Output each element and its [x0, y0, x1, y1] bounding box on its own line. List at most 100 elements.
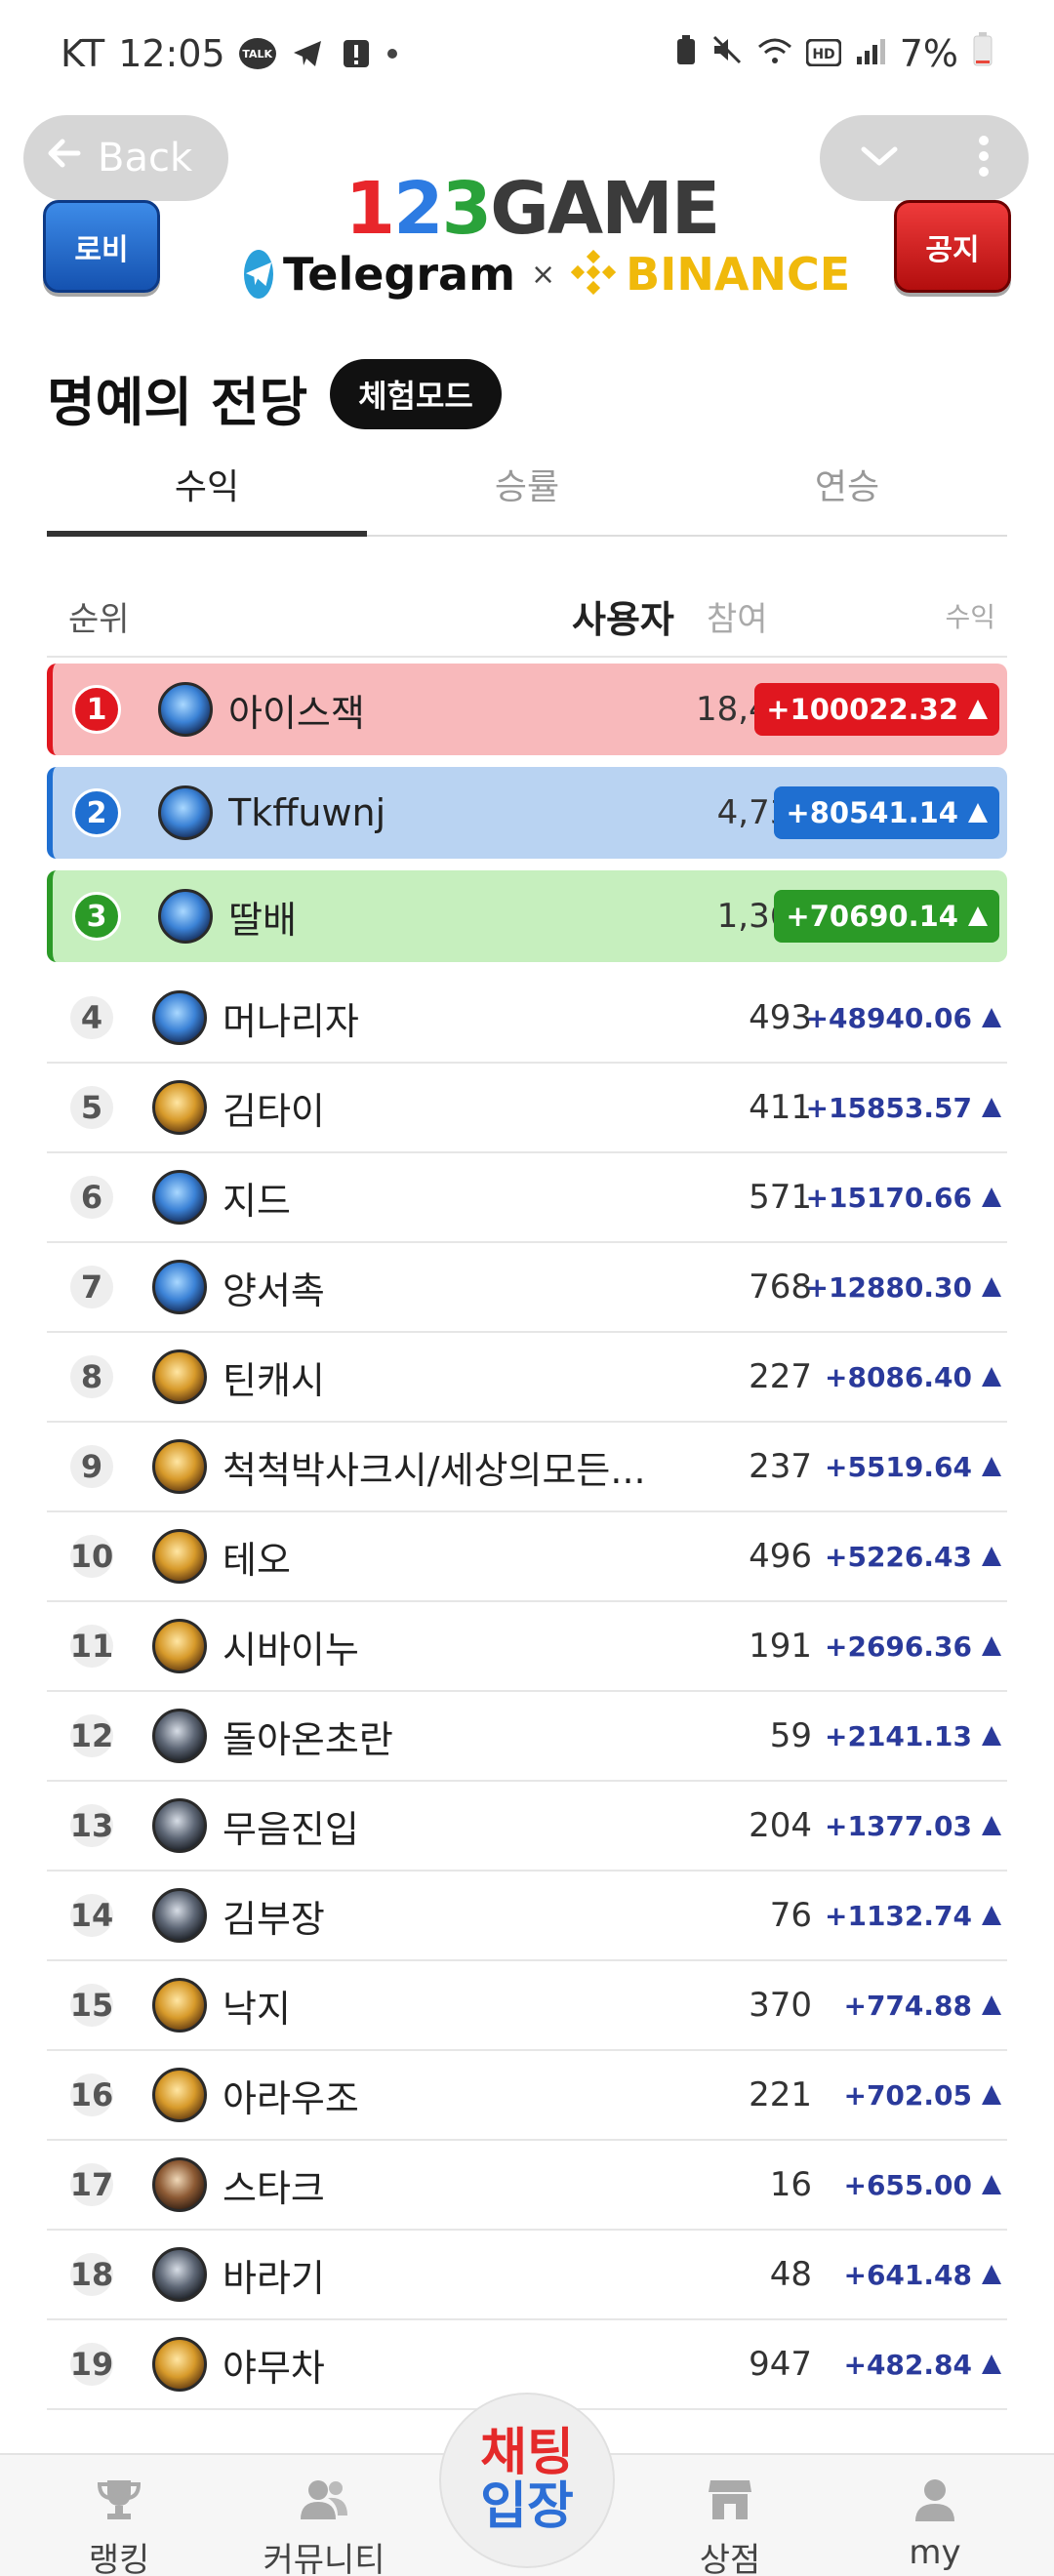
up-arrow-icon	[982, 1098, 1001, 1117]
participation-count: 496	[749, 1537, 812, 1576]
participation-count: 493	[749, 998, 812, 1037]
table-row[interactable]: 10 테오 496 +5226.43	[47, 1512, 1007, 1602]
rank-number: 2	[72, 788, 121, 837]
participation-count: 411	[749, 1088, 812, 1127]
user-name: 무음진입	[223, 1807, 359, 1851]
participation-count: 947	[749, 2345, 812, 2384]
table-row[interactable]: 12 돌아온초란 59 +2141.13	[47, 1692, 1007, 1782]
avatar	[152, 1439, 207, 1494]
top-rank-row[interactable]: 3 딸배 1,368 +70690.14	[47, 870, 1007, 962]
nav-my[interactable]: my	[857, 2475, 1013, 2572]
logo-digit-3: 3	[441, 167, 492, 251]
profit-value: +80541.14	[774, 786, 999, 839]
user-name: 바라기	[223, 2256, 325, 2300]
rank-number: 18	[70, 2253, 113, 2296]
avatar	[152, 1888, 207, 1943]
status-right: HD 7%	[675, 31, 993, 76]
user-name: 돌아온초란	[223, 1717, 393, 1761]
nav-community-label: 커뮤니티	[263, 2541, 385, 2576]
table-row[interactable]: 5 김타이 411 +15853.57	[47, 1064, 1007, 1153]
profit-text: +48940.06	[805, 1001, 972, 1034]
user-name: 스타크	[223, 2166, 325, 2210]
table-row[interactable]: 7 양서촉 768 +12880.30	[47, 1243, 1007, 1333]
table-row[interactable]: 11 시바이누 191 +2696.36	[47, 1602, 1007, 1692]
list-header: 순위 사용자 참여 수익	[47, 576, 1007, 658]
trophy-icon	[92, 2475, 146, 2523]
nav-community[interactable]: 커뮤니티	[246, 2475, 402, 2576]
talk-notification-icon: TALK	[238, 38, 276, 69]
profit-text: +8086.40	[825, 1360, 972, 1393]
telegram-notification-icon	[290, 36, 325, 71]
avatar	[152, 1798, 207, 1853]
chat-enter-button[interactable]: 채팅 입장	[439, 2393, 615, 2568]
partner-separator: ×	[531, 257, 556, 292]
up-arrow-icon	[982, 1995, 1001, 2015]
rank-number: 1	[72, 685, 121, 734]
rank-number: 15	[70, 1984, 113, 2027]
more-notifications-dot-icon	[386, 49, 397, 59]
profit-text: +2141.13	[825, 1719, 972, 1752]
participation-count: 204	[749, 1806, 812, 1845]
app-logo: 1 2 3 GAME	[345, 164, 721, 254]
table-row[interactable]: 8 틴캐시 227 +8086.40	[47, 1333, 1007, 1423]
up-arrow-icon	[982, 1457, 1001, 1476]
nav-ranking-label: 랭킹	[88, 2541, 150, 2576]
tab-streak[interactable]: 연승	[687, 449, 1007, 535]
profit-text: +100022.32	[766, 693, 958, 726]
table-row[interactable]: 6 지드 571 +15170.66	[47, 1153, 1007, 1243]
table-row[interactable]: 15 낙지 370 +774.88	[47, 1961, 1007, 2051]
top-rank-row[interactable]: 1아이스잭18,490+100022.32	[47, 664, 1007, 755]
tab-profit[interactable]: 수익	[47, 449, 367, 537]
column-rank: 순위	[68, 599, 130, 639]
up-arrow-icon	[982, 1187, 1001, 1207]
logo-digit-1: 1	[345, 167, 395, 251]
participation-count: 237	[749, 1447, 812, 1486]
table-row[interactable]: 13 무음진입 204 +1377.03	[47, 1782, 1007, 1872]
tab-winrate[interactable]: 승률	[367, 449, 687, 535]
notice-label: 공지	[925, 232, 980, 267]
rank-number: 13	[70, 1804, 113, 1847]
table-row[interactable]: 14 김부장 76 +1132.74	[47, 1872, 1007, 1961]
rank-number: 5	[70, 1086, 113, 1129]
telegram-icon	[244, 250, 273, 299]
more-vertical-icon[interactable]	[977, 135, 991, 181]
avatar	[152, 990, 207, 1045]
table-row[interactable]: 9 척척박사크시/세상의모든... 237 +5519.64	[47, 1423, 1007, 1512]
header-right-controls	[820, 115, 1029, 201]
profit-value: +774.88	[843, 1990, 1001, 2022]
rank-number: 16	[70, 2073, 113, 2116]
user-name: Tkffuwnj	[228, 791, 386, 834]
user-name: 양서촉	[223, 1268, 325, 1312]
trial-mode-chip[interactable]: 체험모드	[330, 359, 502, 429]
lobby-button[interactable]: 로비	[43, 200, 160, 293]
arrow-left-icon	[45, 134, 84, 182]
user-name: 김부장	[223, 1897, 325, 1941]
status-left: KT 12:05 TALK	[61, 32, 397, 75]
table-row[interactable]: 17 스타크 16 +655.00	[47, 2141, 1007, 2231]
avatar	[152, 1080, 207, 1135]
notice-button[interactable]: 공지	[894, 200, 1011, 293]
participation-count: 370	[749, 1986, 812, 2025]
up-arrow-icon	[968, 803, 988, 823]
user-name: 머나리자	[223, 999, 359, 1043]
telegram-label: Telegram	[283, 248, 516, 301]
profit-value: +15170.66	[806, 1182, 1001, 1214]
rank-number: 10	[70, 1535, 113, 1578]
table-row[interactable]: 18 바라기 48 +641.48	[47, 2231, 1007, 2320]
avatar	[152, 2157, 207, 2212]
back-button[interactable]: Back	[23, 115, 228, 201]
column-user: 사용자	[572, 597, 674, 641]
mute-icon	[710, 32, 744, 75]
wifi-icon	[757, 32, 792, 75]
table-row[interactable]: 16 아라우조 221 +702.05	[47, 2051, 1007, 2141]
collapse-chevron-down-icon[interactable]	[858, 141, 901, 175]
top-rank-row[interactable]: 2 Tkffuwnj 4,736 +80541.14	[47, 767, 1007, 859]
user-name: 지드	[223, 1179, 291, 1223]
up-arrow-icon	[982, 1636, 1001, 1656]
column-profit: 수익	[945, 601, 995, 633]
nav-ranking[interactable]: 랭킹	[41, 2475, 197, 2576]
profit-text: +702.05	[843, 2078, 972, 2112]
up-arrow-icon	[968, 700, 988, 719]
nav-shop[interactable]: 상점	[652, 2475, 808, 2576]
table-row[interactable]: 4 머나리자 493 +48940.06	[47, 974, 1007, 1064]
